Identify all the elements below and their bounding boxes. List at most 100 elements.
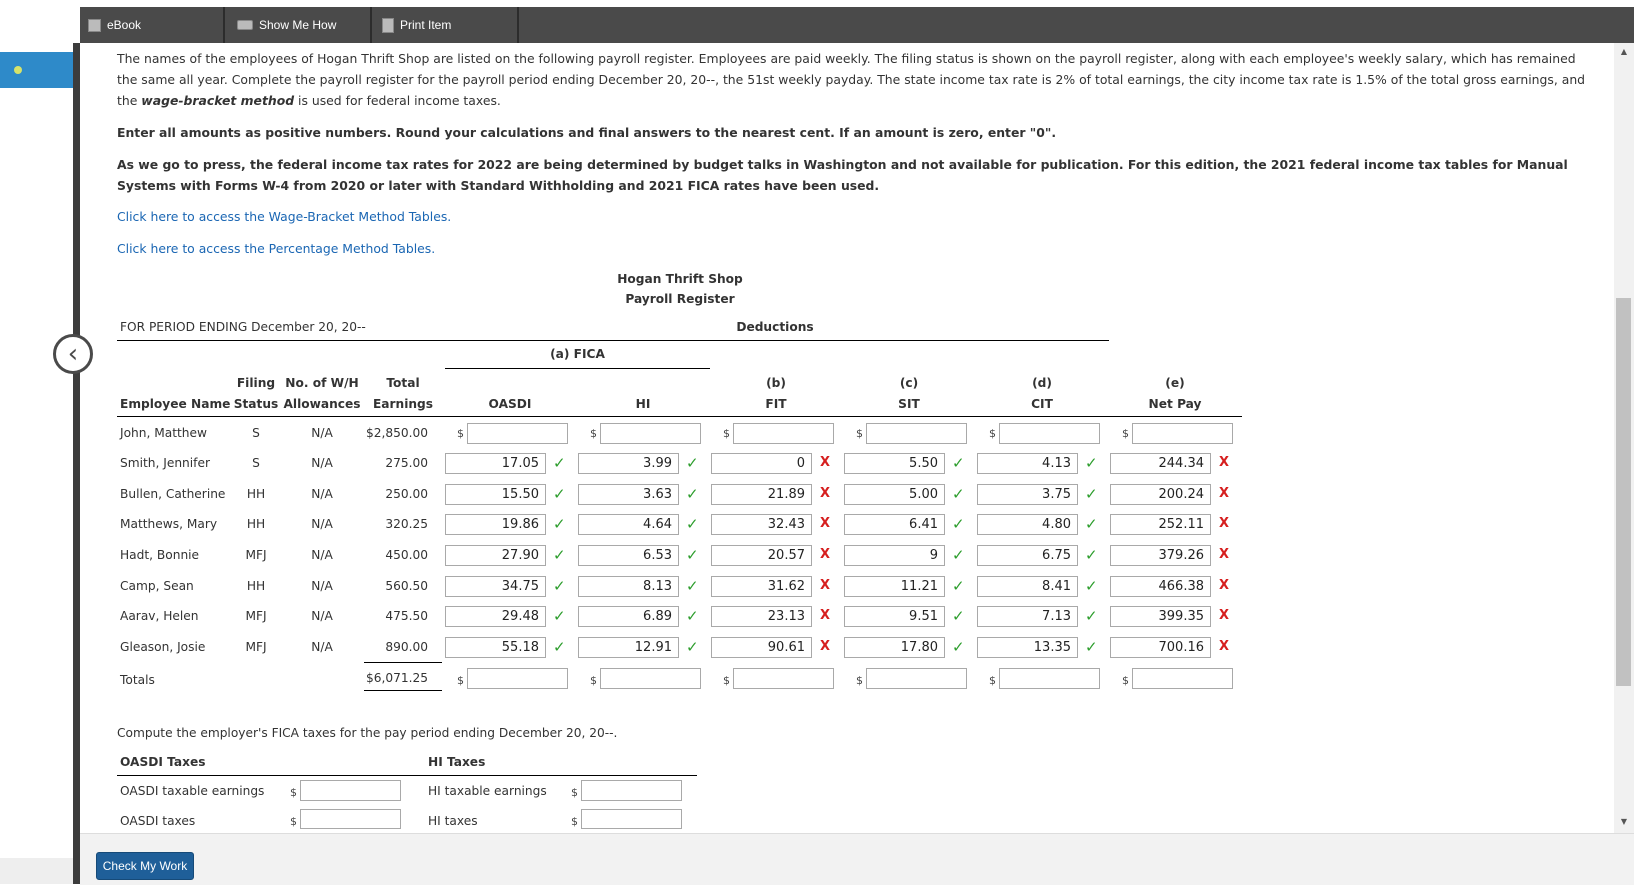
active-question-indicator[interactable] (0, 52, 73, 88)
hi-taxes-input[interactable] (581, 809, 682, 829)
percentage-method-link[interactable]: Click here to access the Percentage Meth… (117, 241, 435, 256)
hi-input[interactable]: 6.89 (578, 606, 679, 627)
fit-input[interactable]: 0 (711, 453, 812, 474)
net-input[interactable]: 200.24 (1110, 484, 1211, 505)
hi-input[interactable]: 6.53 (578, 545, 679, 566)
total-earnings: 890.00 (385, 640, 428, 654)
fit-input[interactable] (733, 423, 834, 444)
wh-allowances: N/A (311, 579, 333, 593)
sit-input[interactable]: 11.21 (844, 576, 945, 597)
hi-input[interactable]: 3.99 (578, 453, 679, 474)
net-input[interactable]: 252.11 (1110, 514, 1211, 535)
cit-input[interactable] (999, 423, 1100, 444)
cit-input[interactable]: 4.80 (977, 514, 1078, 535)
net-input[interactable]: 700.16 (1110, 637, 1211, 658)
hi-taxable-earnings-label: HI taxable earnings (428, 784, 547, 798)
cit-input[interactable]: 7.13 (977, 606, 1078, 627)
sit-input[interactable]: 6.41 (844, 514, 945, 535)
incorrect-x-icon: X (1219, 608, 1230, 623)
show-me-how-button[interactable]: Show Me How (227, 7, 372, 43)
incorrect-x-icon: X (820, 608, 831, 623)
oasdi-input[interactable]: 17.05 (445, 453, 546, 474)
hi-input[interactable] (600, 423, 701, 444)
register-company-title: Hogan Thrift Shop (617, 272, 743, 286)
net-input[interactable]: 244.34 (1110, 453, 1211, 474)
oasdi-taxable-earnings-input[interactable] (300, 780, 401, 801)
net-input[interactable]: 399.35 (1110, 606, 1211, 627)
fit-input[interactable]: 21.89 (711, 484, 812, 505)
correct-check-icon: ✓ (952, 577, 965, 595)
total-earnings: 450.00 (385, 548, 428, 562)
total-hi-input[interactable] (600, 668, 701, 689)
cit-input[interactable]: 13.35 (977, 637, 1078, 658)
chevron-left-icon: ‹ (67, 339, 79, 369)
sit-input[interactable]: 17.80 (844, 637, 945, 658)
hi-input[interactable]: 3.63 (578, 484, 679, 505)
hi-input[interactable]: 4.64 (578, 514, 679, 535)
header-net-pay: Net Pay (1148, 397, 1202, 411)
oasdi-input[interactable]: 15.50 (445, 484, 546, 505)
net-input[interactable]: 466.38 (1110, 576, 1211, 597)
oasdi-input[interactable]: 29.48 (445, 606, 546, 627)
oasdi-input[interactable] (467, 423, 568, 444)
cit-input[interactable]: 4.13 (977, 453, 1078, 474)
hi-taxes-label: HI taxes (428, 814, 478, 828)
oasdi-input[interactable]: 19.86 (445, 514, 546, 535)
oasdi-taxes-input[interactable] (300, 809, 401, 829)
sit-input[interactable]: 5.00 (844, 484, 945, 505)
currency-sign: $ (856, 427, 863, 440)
currency-sign: $ (723, 674, 730, 687)
print-item-button[interactable]: Print Item (374, 7, 519, 43)
correct-check-icon: ✓ (686, 577, 699, 595)
total-oasdi-input[interactable] (467, 668, 568, 689)
oasdi-taxes-header: OASDI Taxes (120, 755, 206, 769)
scroll-down-arrow-icon[interactable]: ▼ (1614, 813, 1634, 830)
hi-taxable-earnings-input[interactable] (581, 780, 682, 801)
total-fit-input[interactable] (733, 668, 834, 689)
filing-status: HH (246, 517, 266, 531)
sit-input[interactable]: 9.51 (844, 606, 945, 627)
check-my-work-button[interactable]: Check My Work (96, 852, 194, 880)
wh-allowances: N/A (311, 487, 333, 501)
previous-button[interactable]: ‹ (53, 334, 93, 374)
cit-input[interactable]: 6.75 (977, 545, 1078, 566)
total-earnings: 250.00 (385, 487, 428, 501)
fit-input[interactable]: 23.13 (711, 606, 812, 627)
correct-check-icon: ✓ (952, 638, 965, 656)
cit-input[interactable]: 8.41 (977, 576, 1078, 597)
hi-input[interactable]: 8.13 (578, 576, 679, 597)
oasdi-input[interactable]: 27.90 (445, 545, 546, 566)
emphasis-wage-bracket: wage-bracket method (141, 93, 295, 108)
print-item-label: Print Item (400, 18, 452, 32)
fit-input[interactable]: 90.61 (711, 637, 812, 658)
header-employee-name: Employee Name (120, 397, 231, 411)
correct-check-icon: ✓ (1085, 607, 1098, 625)
oasdi-input[interactable]: 55.18 (445, 637, 546, 658)
oasdi-input[interactable]: 34.75 (445, 576, 546, 597)
total-net-input[interactable] (1132, 668, 1233, 689)
fit-input[interactable]: 32.43 (711, 514, 812, 535)
scrollbar-thumb[interactable] (1616, 298, 1631, 686)
ebook-button[interactable]: eBook (80, 7, 225, 43)
cit-input[interactable]: 3.75 (977, 484, 1078, 505)
total-sit-input[interactable] (866, 668, 967, 689)
sit-input[interactable] (866, 423, 967, 444)
fit-input[interactable]: 31.62 (711, 576, 812, 597)
scroll-up-arrow-icon[interactable]: ▲ (1614, 43, 1634, 60)
incorrect-x-icon: X (1219, 547, 1230, 562)
total-cit-input[interactable] (999, 668, 1100, 689)
wage-bracket-link[interactable]: Click here to access the Wage-Bracket Me… (117, 209, 451, 224)
sit-input[interactable]: 9 (844, 545, 945, 566)
correct-check-icon: ✓ (1085, 485, 1098, 503)
currency-sign: $ (989, 427, 996, 440)
header-sit: SIT (898, 397, 920, 411)
filing-status: MFJ (245, 548, 267, 562)
hi-input[interactable]: 12.91 (578, 637, 679, 658)
employee-name: Gleason, Josie (120, 640, 206, 654)
sit-input[interactable]: 5.50 (844, 453, 945, 474)
incorrect-x-icon: X (820, 578, 831, 593)
net-input[interactable]: 379.26 (1110, 545, 1211, 566)
fit-input[interactable]: 20.57 (711, 545, 812, 566)
correct-check-icon: ✓ (1085, 454, 1098, 472)
net-input[interactable] (1132, 423, 1233, 444)
